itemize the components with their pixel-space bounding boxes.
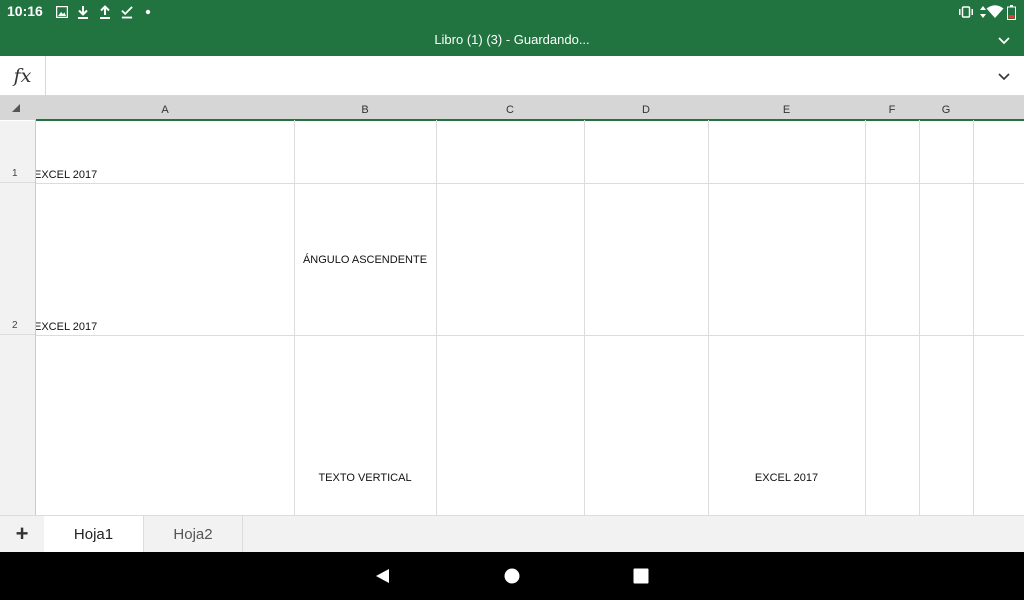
recents-icon[interactable] [632, 567, 650, 585]
grid-line-horizontal [36, 183, 1024, 184]
chevron-down-icon[interactable] [996, 32, 1014, 48]
cell-a1[interactable]: EXCEL 2017 [36, 169, 156, 181]
grid-line-horizontal [36, 335, 1024, 336]
column-header-d[interactable]: D [584, 96, 708, 120]
select-all-button[interactable] [0, 96, 36, 120]
cell-b3[interactable]: TEXTO VERTICAL [294, 472, 436, 484]
wifi-icon [986, 4, 1004, 20]
download-icon [77, 4, 89, 20]
column-header-g[interactable]: G [919, 96, 973, 120]
grid-line-vertical [919, 120, 920, 515]
row-header-2[interactable]: 2 [0, 183, 36, 335]
dot-icon [145, 4, 151, 20]
select-all-icon [12, 104, 20, 112]
cell-e3[interactable]: EXCEL 2017 [708, 472, 865, 484]
formula-input[interactable] [47, 56, 977, 95]
grid-line-vertical [708, 120, 709, 515]
column-header-a[interactable]: A [36, 96, 294, 120]
column-header-e[interactable]: E [708, 96, 865, 120]
battery-low-icon [1007, 4, 1016, 20]
row-header-3[interactable] [0, 335, 36, 515]
grid-line-vertical [973, 120, 974, 515]
grid-line-vertical [584, 120, 585, 515]
grid-line-vertical [436, 120, 437, 515]
document-title[interactable]: Libro (1) (3) - Guardando... [0, 32, 1024, 47]
formula-bar: fx [0, 56, 1024, 96]
home-icon[interactable] [503, 567, 521, 585]
sheet-tab-hoja2[interactable]: Hoja2 [144, 516, 243, 552]
grid-line-vertical [865, 120, 866, 515]
column-header-f[interactable]: F [865, 96, 919, 120]
add-sheet-button[interactable]: + [0, 516, 44, 552]
column-header-b[interactable]: B [294, 96, 436, 120]
navigation-bar [0, 552, 1024, 600]
cell-a2[interactable]: EXCEL 2017 [36, 321, 156, 333]
column-header-c[interactable]: C [436, 96, 584, 120]
spreadsheet-grid[interactable]: A B C D E F G 1 2 EXCEL 2017 EXCEL 2017 … [0, 96, 1024, 515]
vibrate-icon [958, 4, 974, 20]
expand-formula-icon[interactable] [996, 68, 1012, 84]
sheet-tab-bar: + Hoja1 Hoja2 [0, 515, 1024, 552]
title-bar: Libro (1) (3) - Guardando... [0, 24, 1024, 56]
back-icon[interactable] [373, 567, 391, 585]
header-accent-line [36, 119, 1024, 121]
column-header-h[interactable] [973, 96, 1024, 120]
sheet-tab-hoja1[interactable]: Hoja1 [44, 516, 144, 552]
check-icon [121, 4, 133, 20]
status-bar: 10:16 [0, 0, 1024, 24]
status-time: 10:16 [7, 3, 43, 19]
function-button[interactable]: fx [0, 56, 46, 95]
upload-icon [99, 4, 111, 20]
image-icon [56, 4, 68, 20]
grid-line-vertical [294, 120, 295, 515]
cell-b2[interactable]: ÁNGULO ASCENDENTE [294, 254, 436, 266]
row-header-1[interactable]: 1 [0, 121, 36, 183]
